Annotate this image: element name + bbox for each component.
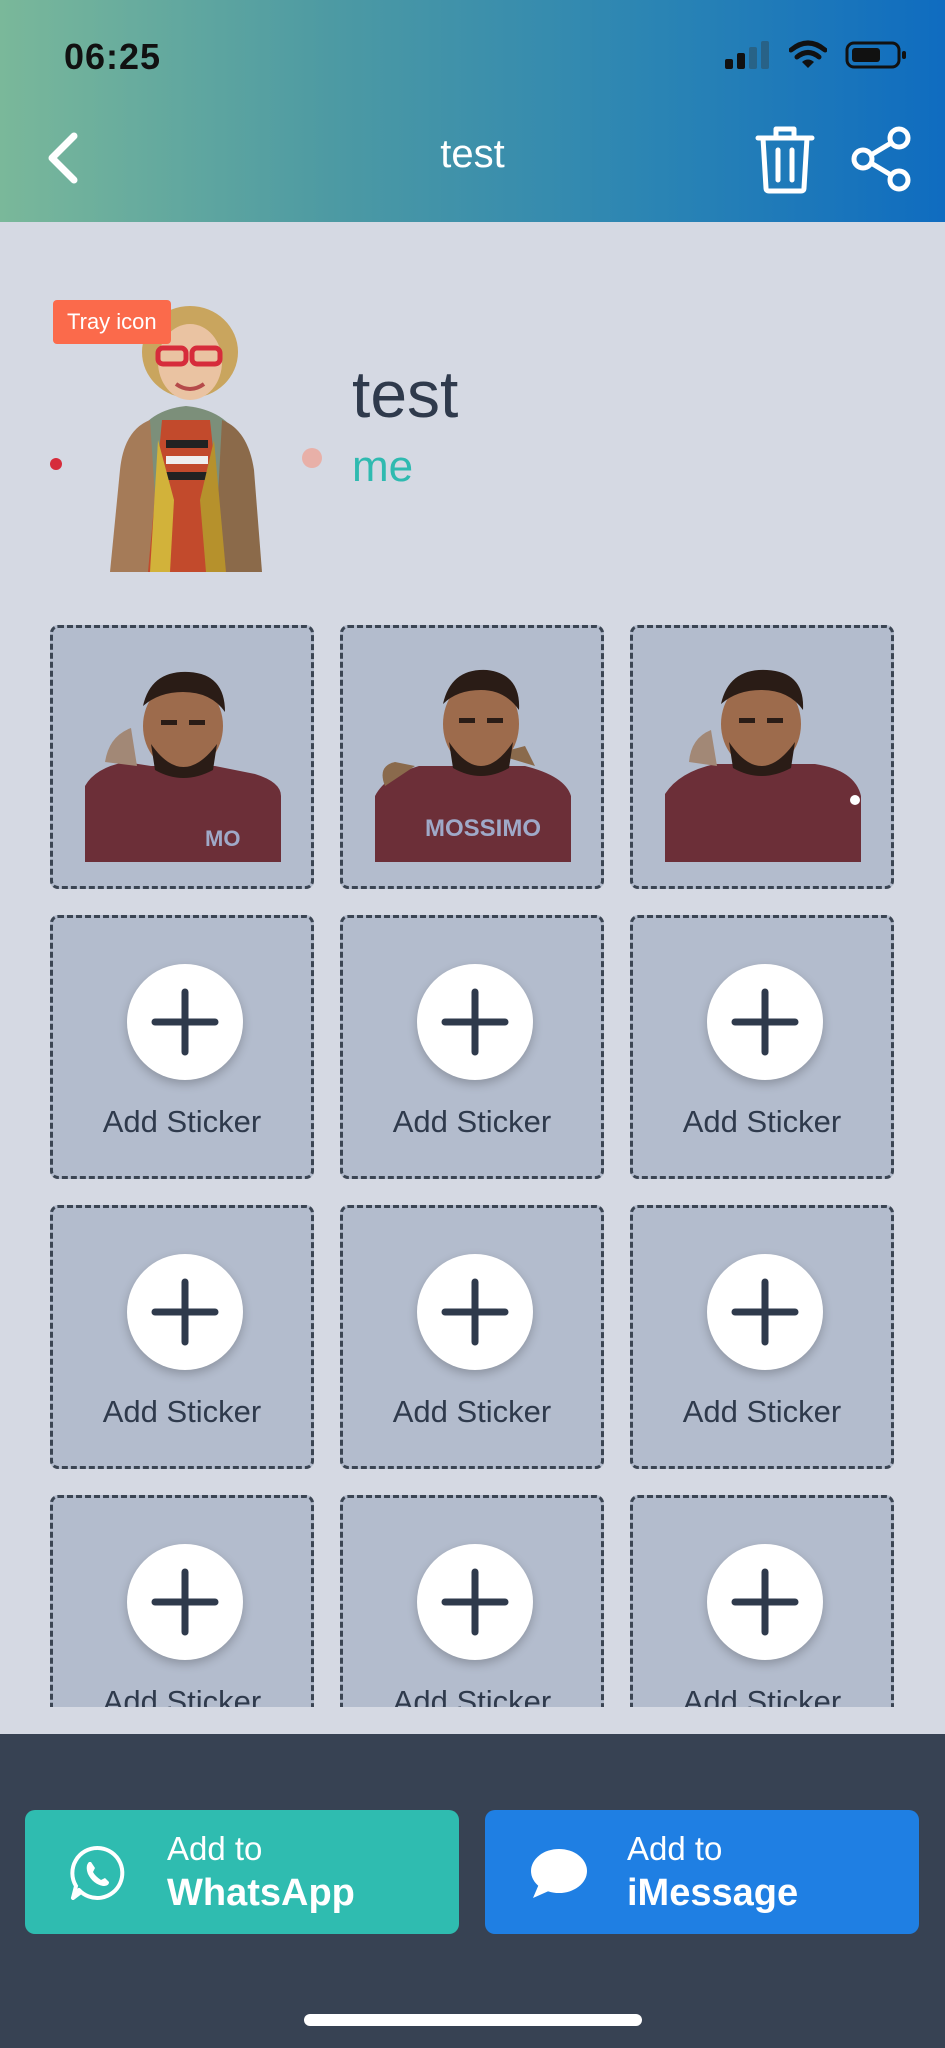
pack-name: test bbox=[352, 357, 459, 431]
add-sticker-button[interactable] bbox=[417, 1254, 533, 1370]
sticker-slot-2[interactable]: MOSSIMO bbox=[340, 625, 604, 889]
plus-icon bbox=[731, 1568, 799, 1636]
add-sticker-slot[interactable]: Add Sticker bbox=[340, 1205, 604, 1469]
share-button[interactable] bbox=[850, 126, 914, 192]
add-sticker-button[interactable] bbox=[707, 1254, 823, 1370]
add-sticker-slot[interactable]: Add Sticker bbox=[340, 1495, 604, 1707]
add-sticker-button[interactable] bbox=[707, 964, 823, 1080]
header: 06:25 test bbox=[0, 0, 945, 222]
signal-icon bbox=[725, 41, 769, 69]
add-sticker-slot[interactable]: Add Sticker bbox=[630, 915, 894, 1179]
add-sticker-button[interactable] bbox=[707, 1544, 823, 1660]
add-sticker-button[interactable] bbox=[127, 964, 243, 1080]
whatsapp-button-line1: Add to bbox=[167, 1830, 263, 1867]
home-indicator bbox=[304, 2014, 642, 2026]
add-sticker-slot[interactable]: Add Sticker bbox=[340, 915, 604, 1179]
add-sticker-slot[interactable]: Add Sticker bbox=[50, 915, 314, 1179]
tray-icon-image[interactable]: Tray icon bbox=[50, 300, 322, 572]
plus-icon bbox=[441, 1568, 509, 1636]
add-sticker-label: Add Sticker bbox=[682, 1684, 842, 1707]
plus-icon bbox=[441, 1278, 509, 1346]
add-sticker-label: Add Sticker bbox=[392, 1104, 552, 1139]
add-sticker-label: Add Sticker bbox=[102, 1394, 262, 1429]
footer-bar: Add to WhatsApp Add to iMessage bbox=[0, 1734, 945, 2048]
add-sticker-label: Add Sticker bbox=[102, 1684, 262, 1707]
plus-icon bbox=[151, 1568, 219, 1636]
status-icons bbox=[725, 40, 907, 70]
plus-icon bbox=[731, 988, 799, 1056]
add-sticker-button[interactable] bbox=[127, 1544, 243, 1660]
message-bubble-icon bbox=[531, 1849, 587, 1898]
sticker-grid: MO MOSSIMO Add Sticker Add Sticker Add S… bbox=[50, 625, 895, 1707]
plus-icon bbox=[151, 988, 219, 1056]
add-sticker-button[interactable] bbox=[127, 1254, 243, 1370]
sticker-slot-1[interactable]: MO bbox=[50, 625, 314, 889]
svg-text:MO: MO bbox=[205, 826, 240, 851]
sticker-photo: MOSSIMO bbox=[375, 669, 571, 862]
add-sticker-button[interactable] bbox=[417, 1544, 533, 1660]
sticker-slot-3[interactable] bbox=[630, 625, 894, 889]
add-sticker-slot[interactable]: Add Sticker bbox=[50, 1495, 314, 1707]
pack-info: Tray icon test me bbox=[50, 300, 895, 572]
sticker-photo bbox=[665, 669, 861, 862]
plus-icon bbox=[731, 1278, 799, 1346]
svg-text:MOSSIMO: MOSSIMO bbox=[425, 815, 541, 842]
whatsapp-icon bbox=[70, 1845, 125, 1900]
add-sticker-label: Add Sticker bbox=[392, 1394, 552, 1429]
add-to-whatsapp-button[interactable]: Add to WhatsApp bbox=[25, 1810, 459, 1934]
sticker-photo: MO bbox=[85, 671, 281, 862]
imessage-button-line2: iMessage bbox=[627, 1872, 799, 1914]
add-sticker-slot[interactable]: Add Sticker bbox=[630, 1205, 894, 1469]
add-sticker-label: Add Sticker bbox=[392, 1684, 552, 1707]
plus-icon bbox=[441, 988, 509, 1056]
pack-author: me bbox=[352, 442, 414, 491]
tray-icon-badge: Tray icon bbox=[53, 300, 171, 344]
add-to-imessage-button[interactable]: Add to iMessage bbox=[485, 1810, 919, 1934]
status-time: 06:25 bbox=[64, 36, 162, 77]
whatsapp-button-line2: WhatsApp bbox=[167, 1872, 355, 1914]
add-sticker-label: Add Sticker bbox=[102, 1104, 262, 1139]
add-sticker-slot[interactable]: Add Sticker bbox=[50, 1205, 314, 1469]
wifi-icon bbox=[789, 40, 827, 68]
delete-button[interactable] bbox=[754, 124, 816, 194]
add-sticker-label: Add Sticker bbox=[682, 1104, 842, 1139]
add-sticker-slot[interactable]: Add Sticker bbox=[630, 1495, 894, 1707]
battery-icon bbox=[845, 41, 906, 69]
trash-icon bbox=[755, 126, 815, 194]
imessage-button-line1: Add to bbox=[627, 1830, 723, 1867]
add-sticker-button[interactable] bbox=[417, 964, 533, 1080]
add-sticker-label: Add Sticker bbox=[682, 1394, 842, 1429]
plus-icon bbox=[151, 1278, 219, 1346]
share-icon bbox=[851, 126, 911, 192]
